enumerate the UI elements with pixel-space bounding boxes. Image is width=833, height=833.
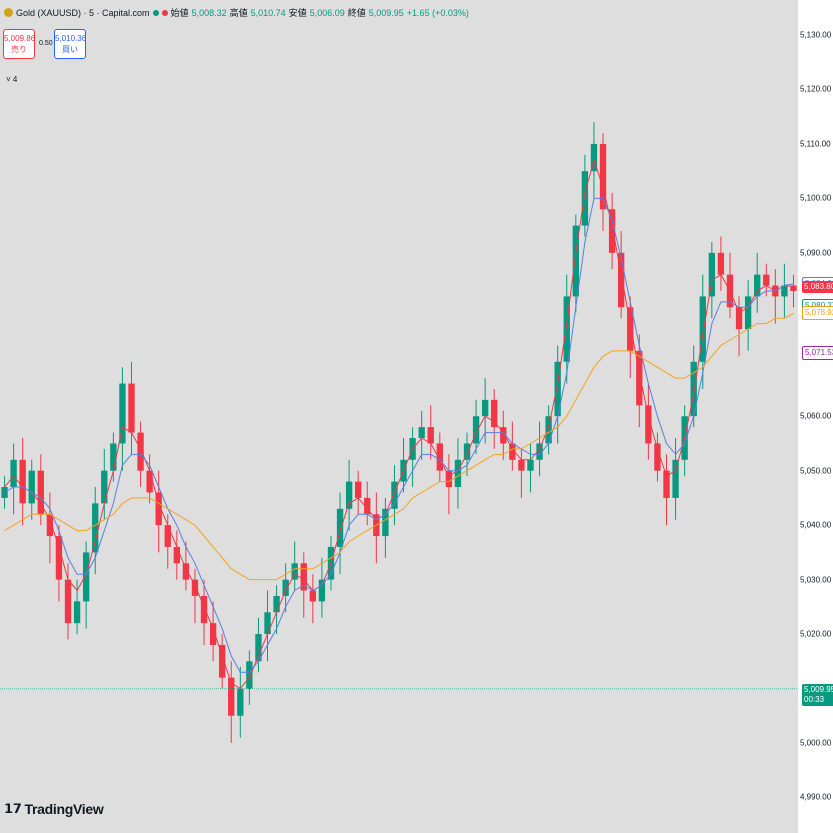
gold-coin-icon [4, 8, 13, 17]
high-value: 5,010.74 [250, 7, 286, 18]
candle-body [708, 252, 716, 297]
candle-body [119, 383, 126, 444]
candle-body [137, 432, 144, 471]
candle-body [491, 399, 498, 428]
close-value: 5,009.95 [368, 7, 404, 18]
candle-body [110, 443, 117, 471]
low-value: 5,006.09 [309, 7, 345, 18]
last-price-value: 5,009.95 [804, 684, 833, 694]
candle-body [92, 503, 99, 553]
candle-body [237, 688, 244, 716]
price-tick: 4,990.00 [800, 792, 832, 802]
symbol-title[interactable]: Gold (XAUUSD) · 5 · Capital.com [16, 8, 150, 18]
price-tick: 5,050.00 [800, 466, 832, 476]
price-tick: 5,000.00 [800, 738, 832, 748]
change-value: +1.65 (+0.03%) [406, 7, 469, 18]
candle-body [427, 427, 434, 444]
symbol-header: Gold (XAUUSD) · 5 · Capital.com 始値 5,008.… [4, 6, 469, 19]
candle-body [28, 470, 35, 504]
candle-body [735, 307, 743, 330]
candle-body [282, 579, 289, 596]
price-tick: 5,090.00 [800, 248, 832, 258]
candle-body [128, 383, 135, 433]
market-open-icon [152, 9, 159, 16]
chart-area[interactable]: Gold (XAUUSD) · 5 · Capital.com 始値 5,008.… [0, 0, 798, 833]
candle-body [527, 459, 534, 471]
candle-body [164, 525, 171, 547]
candle-body [264, 612, 271, 635]
sell-label: 売り [11, 45, 27, 54]
candle-body [545, 416, 552, 444]
candle-body [472, 416, 480, 444]
close-label: 終値 [347, 8, 366, 18]
buy-label: 買い [62, 45, 78, 54]
candle-body [518, 459, 525, 471]
bar-countdown: 00:33 [804, 694, 825, 704]
candle-body [690, 361, 697, 417]
candle-body [391, 481, 398, 509]
candle-body [672, 459, 679, 498]
flag-icon[interactable] [161, 9, 168, 16]
ma-red-price-tag: 5,083.80 [802, 280, 833, 293]
tradingview-logo[interactable]: 𝟭𝟳 TradingView [4, 801, 104, 817]
candle-body [481, 399, 489, 417]
candle-body [581, 171, 589, 226]
candle-body [55, 536, 63, 580]
indicators-toggle[interactable]: ˅ 4 [6, 75, 17, 84]
candle-body [418, 427, 425, 439]
candle-body [763, 274, 770, 286]
buy-price: 5,010.36 [55, 34, 87, 43]
open-label: 始値 [170, 8, 189, 18]
candle-body [436, 443, 443, 471]
buy-button[interactable]: 5,010.36 買い [54, 29, 86, 59]
candle-body [146, 470, 153, 493]
price-chart[interactable] [0, 0, 798, 833]
candle-body [754, 274, 761, 297]
candle-body [200, 595, 208, 624]
open-value: 5,008.32 [191, 7, 227, 18]
low-label: 安値 [288, 8, 307, 18]
candle-body [309, 590, 317, 602]
last-price-tag: 5,009.95 00:33 [802, 683, 833, 706]
candle-body [445, 470, 453, 488]
candle-body [182, 563, 190, 580]
candle-body [19, 459, 26, 504]
price-tick: 5,060.00 [800, 411, 832, 421]
price-tick: 5,110.00 [800, 139, 831, 149]
ma-purple-price-tag: 5,071.53 [802, 346, 833, 361]
candle-body [744, 296, 752, 330]
candle-body [101, 470, 108, 504]
candle-body [64, 579, 72, 624]
candle-body [355, 481, 362, 498]
candle-body [10, 459, 17, 488]
candle-body [382, 508, 389, 537]
price-tick: 5,030.00 [800, 575, 832, 585]
price-tick: 5,100.00 [800, 193, 832, 203]
sell-button[interactable]: 5,009.86 売り [3, 29, 35, 59]
sell-price: 5,009.86 [4, 34, 36, 43]
ma-orange-price-tag: 5,078.92 [802, 306, 833, 321]
tradingview-logo-icon: 𝟭𝟳 [4, 801, 22, 816]
spread-value: 0.50 [39, 40, 53, 47]
price-tick: 5,020.00 [800, 629, 832, 639]
candle-body [73, 601, 81, 624]
candle-body [173, 546, 181, 564]
price-tick: 5,130.00 [800, 30, 832, 40]
candle-body [82, 552, 90, 602]
price-tick: 5,120.00 [800, 84, 832, 94]
candle-body [454, 459, 462, 488]
high-label: 高値 [229, 8, 248, 18]
candle-body [336, 508, 344, 547]
candle-body [273, 595, 280, 613]
price-tick: 5,040.00 [800, 520, 832, 530]
candle-body [191, 579, 199, 596]
tradingview-logo-text: TradingView [24, 801, 104, 817]
candle-body [717, 252, 725, 275]
candle-body [246, 661, 253, 689]
